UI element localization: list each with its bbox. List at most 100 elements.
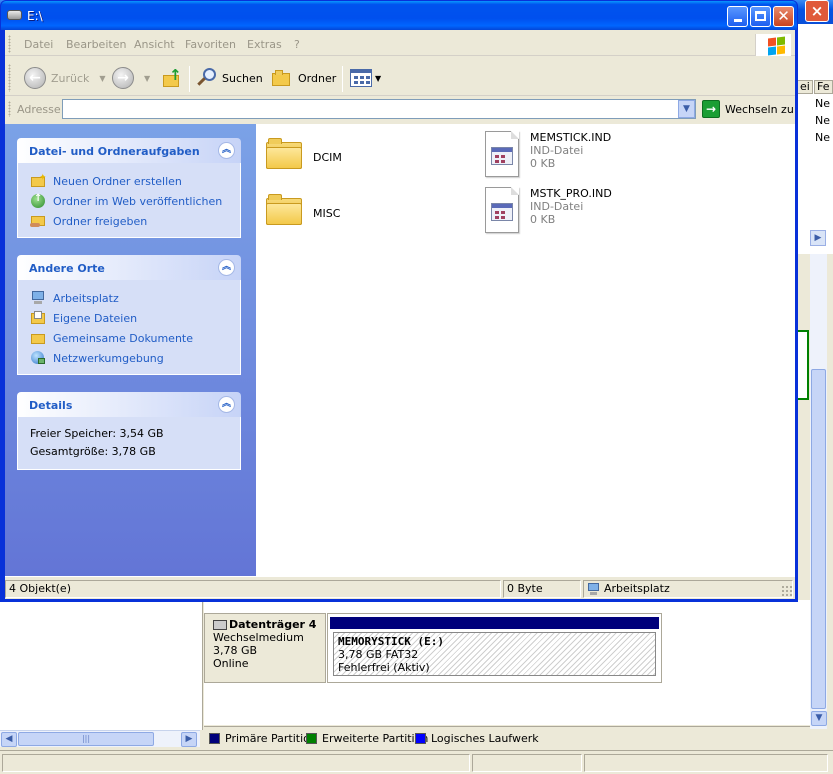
toolbar-separator bbox=[189, 66, 190, 92]
menu-help[interactable]: ? bbox=[294, 38, 300, 51]
menu-datei[interactable]: Datei bbox=[24, 38, 53, 51]
task-pane: Datei- und Ordneraufgaben ︽ ✦ Neuen Ordn… bbox=[5, 124, 256, 576]
file-item-misc[interactable]: MISC bbox=[266, 193, 340, 227]
place-shared-documents[interactable]: Gemeinsame Dokumente bbox=[30, 328, 240, 348]
legend-label: Primäre Partition bbox=[225, 732, 317, 745]
task-publish-web[interactable]: ↑ Ordner im Web veröffentlichen bbox=[30, 191, 240, 211]
chevron-down-icon[interactable]: ▼ bbox=[678, 100, 695, 118]
partition-block[interactable]: MEMORYSTICK (E:) 3,78 GB FAT32 Fehlerfre… bbox=[327, 613, 662, 683]
collapse-icon[interactable]: ︽ bbox=[218, 259, 235, 276]
tasks-panel-header[interactable]: Datei- und Ordneraufgaben ︽ bbox=[17, 138, 241, 163]
close-icon: ✕ bbox=[777, 7, 790, 25]
my-computer-icon bbox=[30, 290, 46, 306]
menu-favoriten[interactable]: Favoriten bbox=[185, 38, 236, 51]
partition-legend: Primäre Partition Erweiterte Partition L… bbox=[204, 726, 810, 748]
file-item-dcim[interactable]: DCIM bbox=[266, 137, 342, 171]
places-panel-header[interactable]: Andere Orte ︽ bbox=[17, 255, 241, 280]
titlebar[interactable]: E:\ ✕ bbox=[1, 1, 797, 30]
task-share-folder[interactable]: Ordner freigeben bbox=[30, 211, 240, 231]
background-status-cell bbox=[472, 754, 582, 772]
shared-documents-icon bbox=[30, 330, 46, 346]
legend-label: Erweiterte Partition bbox=[322, 732, 429, 745]
new-folder-icon: ✦ bbox=[30, 173, 47, 189]
chevron-down-icon[interactable]: ▼ bbox=[144, 74, 150, 83]
toolbar-grip[interactable] bbox=[8, 64, 11, 92]
go-button[interactable]: → Wechseln zu bbox=[702, 99, 794, 119]
views-button[interactable]: ▼ bbox=[350, 64, 381, 92]
my-documents-icon bbox=[30, 310, 46, 326]
folders-button[interactable]: Ordner bbox=[271, 64, 336, 92]
file-item-mstk-pro[interactable]: MSTK_PRO.IND IND-Datei 0 KB bbox=[483, 187, 612, 235]
disk-size: 3,78 GB bbox=[213, 644, 258, 657]
share-folder-icon bbox=[30, 213, 46, 229]
collapse-icon[interactable]: ︽ bbox=[218, 396, 235, 413]
menubar-grip[interactable] bbox=[8, 35, 11, 53]
scroll-down-icon[interactable]: ▼ bbox=[811, 711, 827, 726]
network-places-icon bbox=[30, 350, 46, 366]
scroll-right-arrow-icon[interactable]: ▶ bbox=[810, 230, 826, 246]
partition-fs: 3,78 GB FAT32 bbox=[338, 648, 419, 661]
maximize-button[interactable] bbox=[750, 6, 771, 27]
file-type: IND-Datei bbox=[530, 144, 584, 157]
place-my-computer[interactable]: Arbeitsplatz bbox=[30, 288, 240, 308]
legend-swatch bbox=[415, 733, 426, 744]
go-arrow-icon: → bbox=[702, 100, 720, 118]
volume-row[interactable]: Ne bbox=[815, 131, 830, 144]
ind-file-icon bbox=[483, 187, 521, 235]
file-item-memstick[interactable]: MEMSTICK.IND IND-Datei 0 KB bbox=[483, 131, 611, 179]
forward-button[interactable]: → ▼ bbox=[112, 64, 150, 92]
place-my-documents[interactable]: Eigene Dateien bbox=[30, 308, 240, 328]
volume-row[interactable]: Ne bbox=[815, 97, 830, 110]
tasks-panel-title: Datei- und Ordneraufgaben bbox=[29, 145, 200, 158]
address-grip[interactable] bbox=[8, 101, 11, 117]
file-info: MSTK_PRO.IND IND-Datei 0 KB bbox=[530, 187, 612, 226]
tasks-panel: Datei- und Ordneraufgaben ︽ ✦ Neuen Ordn… bbox=[17, 138, 241, 238]
file-name: MSTK_PRO.IND bbox=[530, 187, 612, 200]
place-network[interactable]: Netzwerkumgebung bbox=[30, 348, 240, 368]
partition-body[interactable]: MEMORYSTICK (E:) 3,78 GB FAT32 Fehlerfre… bbox=[333, 632, 656, 676]
file-size: 0 KB bbox=[530, 157, 556, 170]
legend-item: Primäre Partition bbox=[209, 732, 317, 745]
scroll-left-icon[interactable]: ◀ bbox=[1, 732, 17, 747]
collapse-icon[interactable]: ︽ bbox=[218, 142, 235, 159]
vertical-scrollbar[interactable]: ▼ bbox=[810, 254, 827, 729]
views-icon bbox=[350, 69, 372, 87]
chevron-down-icon[interactable]: ▼ bbox=[99, 74, 105, 83]
column-header[interactable]: ei bbox=[797, 80, 813, 94]
scroll-right-icon[interactable]: ▶ bbox=[181, 732, 197, 747]
background-status-cell bbox=[2, 754, 470, 772]
toolbar: ← Zurück ▼ → ▼ ↑ Suchen Ordner ▼ bbox=[5, 58, 795, 96]
background-close-button[interactable]: × bbox=[805, 0, 829, 22]
resize-grip[interactable] bbox=[781, 585, 793, 597]
file-type: IND-Datei bbox=[530, 200, 584, 213]
file-view: DCIM MISC MEMSTICK.IND IND-Datei 0 KB MS… bbox=[256, 124, 795, 576]
file-name: MISC bbox=[313, 207, 341, 220]
minimize-button[interactable] bbox=[727, 6, 748, 27]
disk-label[interactable]: Datenträger 4 Wechselmedium 3,78 GB Onli… bbox=[204, 613, 326, 683]
disk-name: Datenträger 4 bbox=[229, 618, 317, 631]
menu-ansicht[interactable]: Ansicht bbox=[134, 38, 175, 51]
up-folder-button[interactable]: ↑ bbox=[162, 64, 182, 92]
scroll-thumb[interactable] bbox=[811, 369, 826, 709]
column-header[interactable]: Fe bbox=[814, 80, 833, 94]
search-button[interactable]: Suchen bbox=[196, 64, 263, 92]
horizontal-scrollbar[interactable]: ◀ ||| ▶ bbox=[0, 730, 200, 747]
details-panel-header[interactable]: Details ︽ bbox=[17, 392, 241, 417]
task-new-folder[interactable]: ✦ Neuen Ordner erstellen bbox=[30, 171, 240, 191]
window-title: E:\ bbox=[27, 9, 43, 23]
legend-item: Erweiterte Partition bbox=[306, 732, 428, 745]
disk-type: Wechselmedium bbox=[213, 631, 304, 644]
close-button[interactable]: ✕ bbox=[773, 6, 794, 27]
status-size-text: 0 Byte bbox=[507, 582, 543, 595]
back-arrow-icon: ← bbox=[24, 67, 46, 89]
menu-bearbeiten[interactable]: Bearbeiten bbox=[66, 38, 126, 51]
scroll-thumb[interactable]: ||| bbox=[18, 732, 154, 746]
chevron-down-icon[interactable]: ▼ bbox=[375, 74, 381, 83]
file-name: MEMSTICK.IND bbox=[530, 131, 612, 144]
place-label: Netzwerkumgebung bbox=[53, 351, 164, 365]
volume-row[interactable]: Ne bbox=[815, 114, 830, 127]
up-folder-icon: ↑ bbox=[162, 66, 182, 88]
address-input[interactable]: ▼ bbox=[62, 99, 696, 119]
back-button[interactable]: ← Zurück ▼ bbox=[24, 64, 106, 92]
menu-extras[interactable]: Extras bbox=[247, 38, 282, 51]
